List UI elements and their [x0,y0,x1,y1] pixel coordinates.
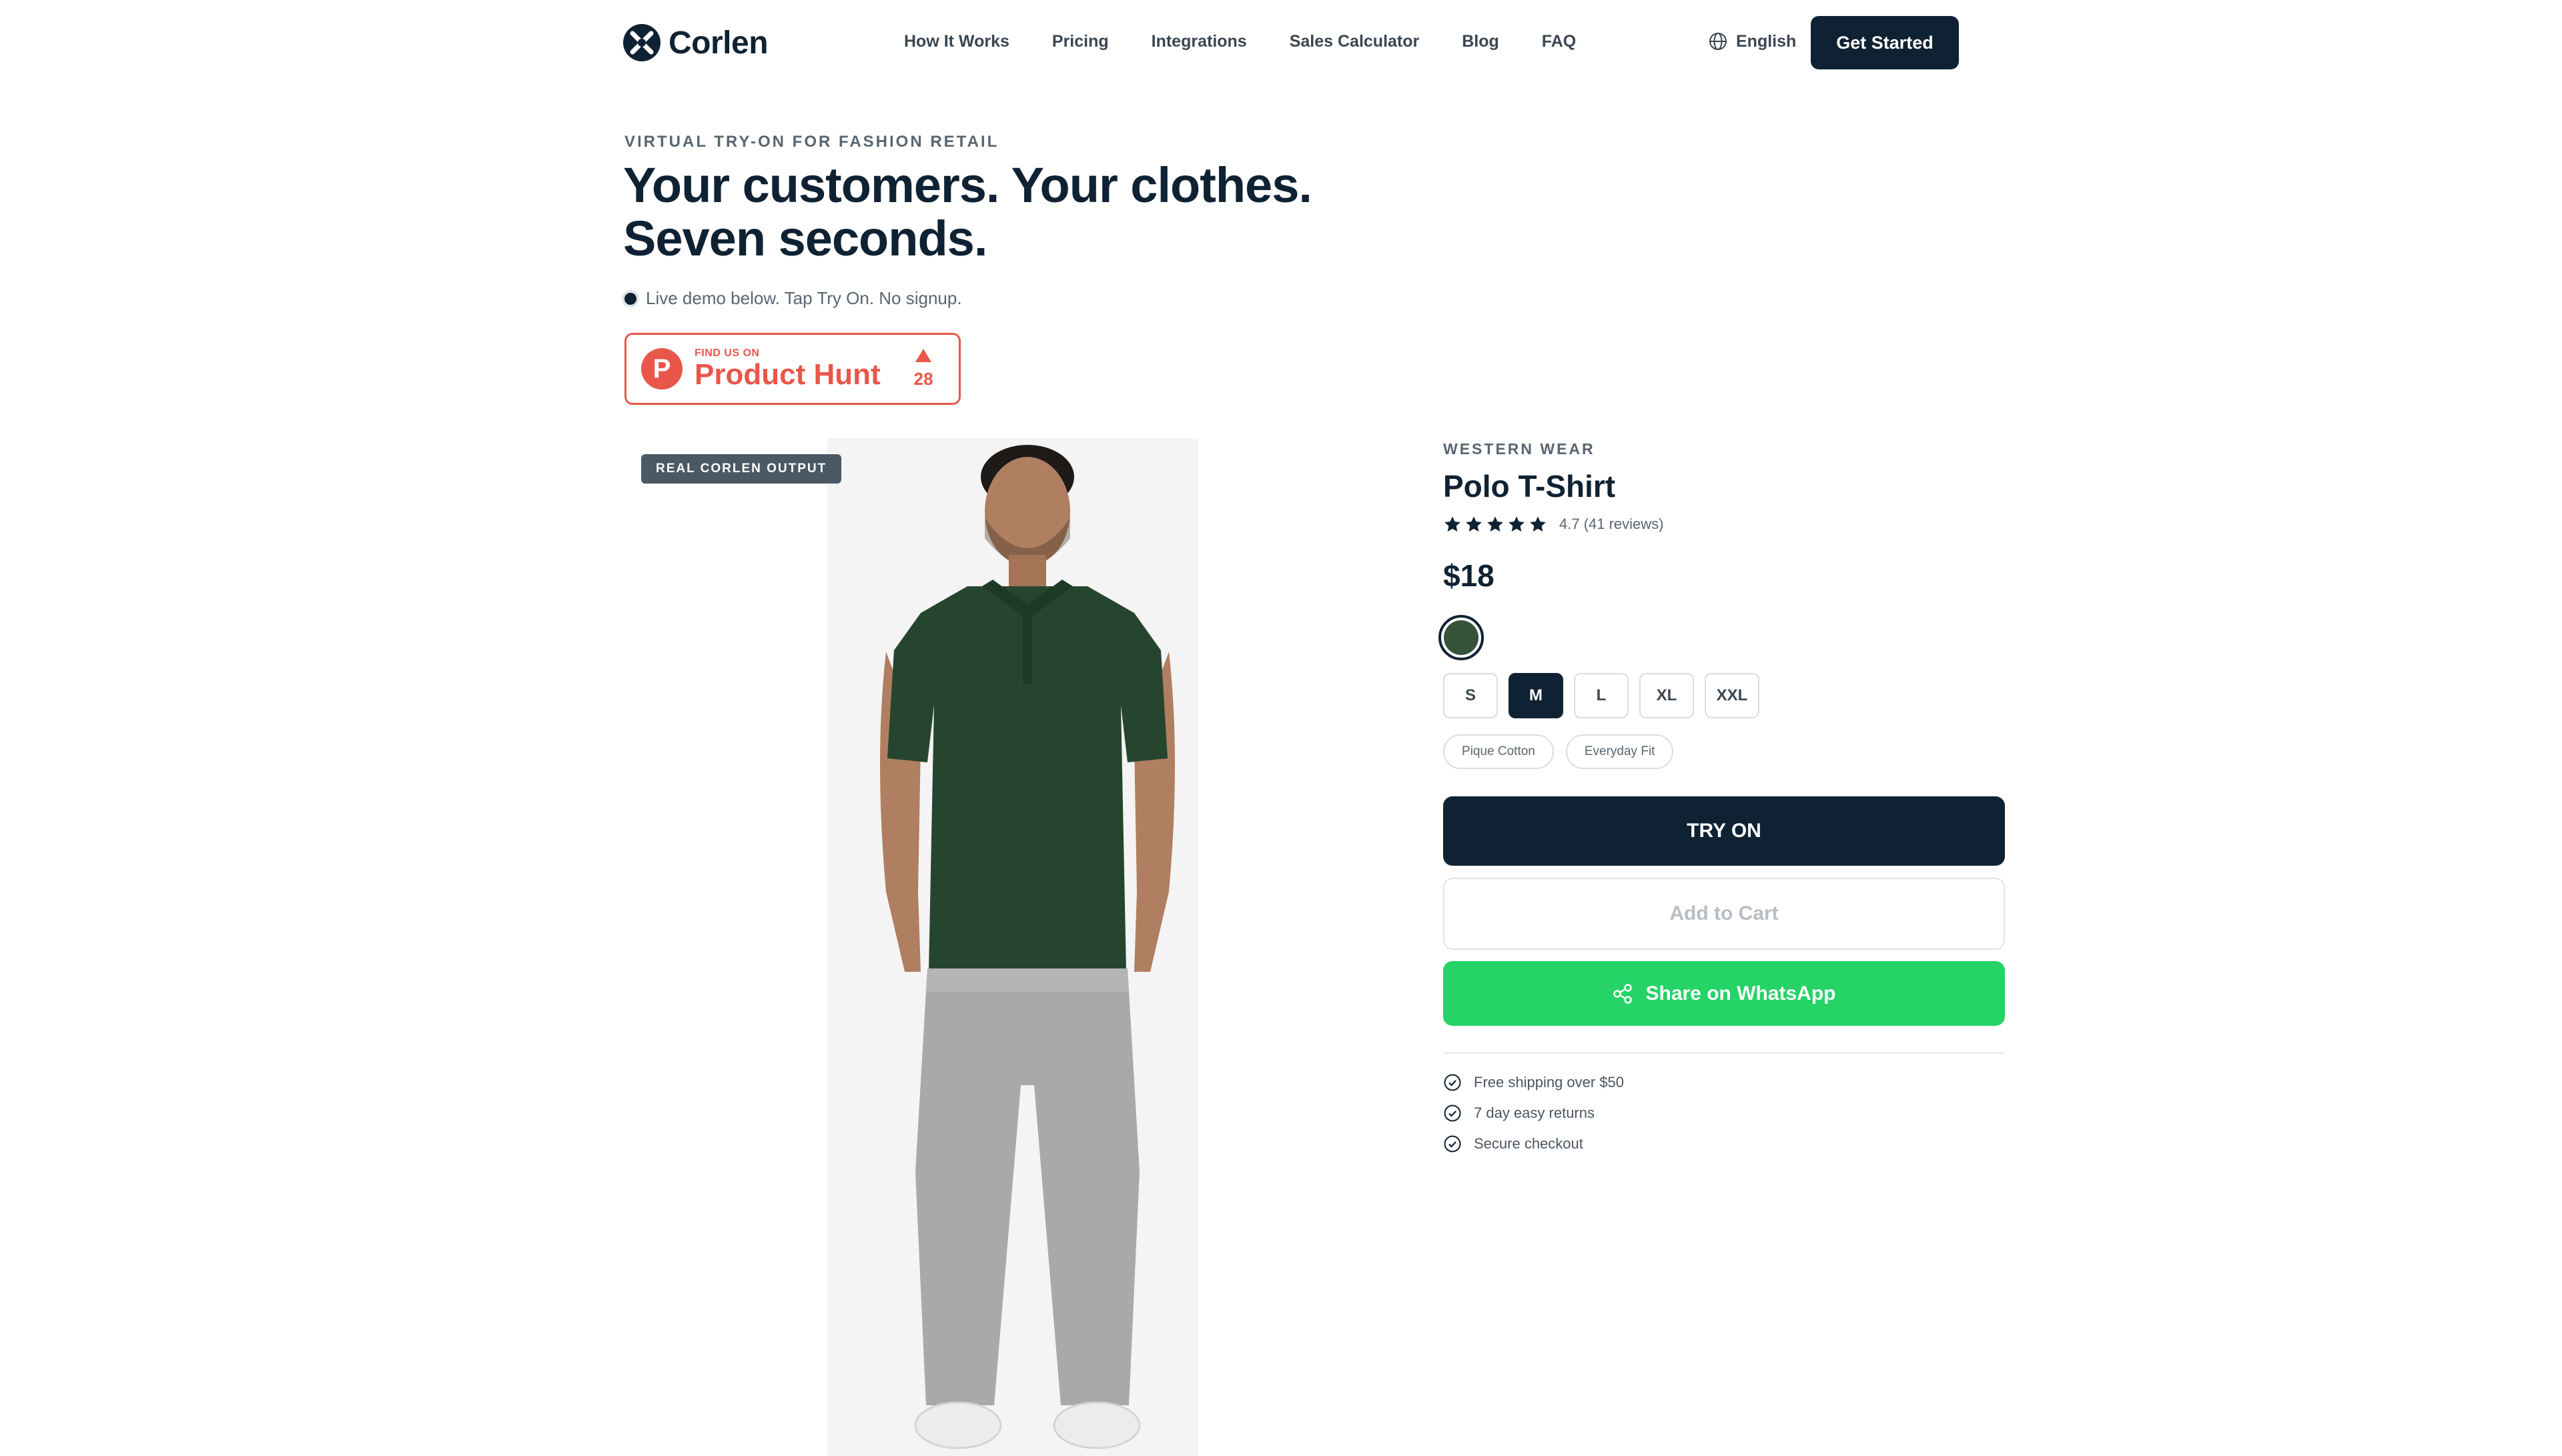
brand-name: Corlen [669,25,769,61]
nav-integrations[interactable]: Integrations [1152,32,1247,51]
star-icon [1509,516,1525,532]
try-on-button[interactable]: TRY ON [1443,796,2005,866]
size-option-xl[interactable]: XL [1639,673,1694,718]
demo-note-text: Live demo below. Tap Try On. No signup. [646,288,962,308]
nav-blog[interactable]: Blog [1462,32,1499,51]
hero-headline: Your customers. Your clothes. Seven seco… [623,157,1312,266]
tag-fit: Everyday Fit [1565,734,1674,769]
nav-how-it-works[interactable]: How It Works [904,32,1009,51]
check-circle-icon [1444,1074,1461,1091]
product-hunt-text: FIND US ON Product Hunt [695,347,881,390]
nav-pricing[interactable]: Pricing [1052,32,1109,51]
perks-list: Free shipping over $50 7 day easy return… [1443,1072,1624,1154]
nav-sales-calculator[interactable]: Sales Calculator [1290,32,1420,51]
language-selector[interactable]: English [1708,31,1796,51]
upvote-icon [915,348,932,362]
product-hunt-votes: 28 [913,348,933,390]
perk-item: Secure checkout [1443,1134,1624,1154]
get-started-button[interactable]: Get Started [1811,16,1959,69]
product-hunt-icon: P [641,348,683,390]
nav-faq[interactable]: FAQ [1542,32,1576,51]
brand-logo[interactable]: Corlen [623,24,769,61]
check-circle-icon [1444,1135,1461,1153]
size-option-s[interactable]: S [1443,673,1498,718]
check-circle-icon [1444,1105,1461,1122]
star-icon [1444,516,1460,532]
color-swatch-selected[interactable] [1438,615,1484,660]
live-dot-icon [624,292,636,305]
share-label: Share on WhatsApp [1645,982,1836,1004]
product-tags: Pique Cotton Everyday Fit [1443,734,1674,769]
real-output-badge: REAL CORLEN OUTPUT [641,454,842,484]
corlen-logo-icon [623,24,661,61]
product-hunt-name: Product Hunt [695,358,881,391]
star-icon [1530,516,1546,532]
hero-eyebrow: VIRTUAL TRY-ON FOR FASHION RETAIL [624,133,999,151]
main-nav: How It Works Pricing Integrations Sales … [904,32,1576,51]
color-swatch-fill [1444,620,1478,655]
tag-fabric: Pique Cotton [1443,734,1554,769]
size-option-l[interactable]: L [1574,673,1629,718]
product-price: $18 [1443,558,1494,593]
upvote-count: 28 [913,368,933,389]
share-whatsapp-button[interactable]: Share on WhatsApp [1443,961,2005,1026]
product-name: Polo T-Shirt [1443,469,1616,504]
star-icon [1466,516,1482,532]
product-hunt-badge[interactable]: P FIND US ON Product Hunt 28 [624,333,961,405]
product-category: WESTERN WEAR [1443,440,1595,458]
perk-text: Free shipping over $50 [1474,1074,1625,1090]
rating-text: 4.7 (41 reviews) [1559,516,1664,532]
share-icon [1613,983,1633,1004]
product-rating: 4.7 (41 reviews) [1443,515,1664,534]
divider [1443,1052,2005,1054]
product-model-image [827,438,1198,1456]
size-option-m[interactable]: M [1509,673,1563,718]
size-option-xxl[interactable]: XXL [1705,673,1759,718]
globe-icon [1709,33,1727,50]
demo-note: Live demo below. Tap Try On. No signup. [624,288,962,309]
perk-text: 7 day easy returns [1474,1105,1595,1121]
perk-text: Secure checkout [1474,1135,1583,1152]
perk-item: 7 day easy returns [1443,1103,1624,1123]
perk-item: Free shipping over $50 [1443,1072,1624,1093]
size-selector: S M L XL XXL [1443,673,1759,718]
page: Corlen How It Works Pricing Integrations… [0,0,2562,1456]
language-label: English [1736,31,1797,51]
add-to-cart-button[interactable]: Add to Cart [1443,878,2005,950]
star-icon [1487,516,1503,532]
